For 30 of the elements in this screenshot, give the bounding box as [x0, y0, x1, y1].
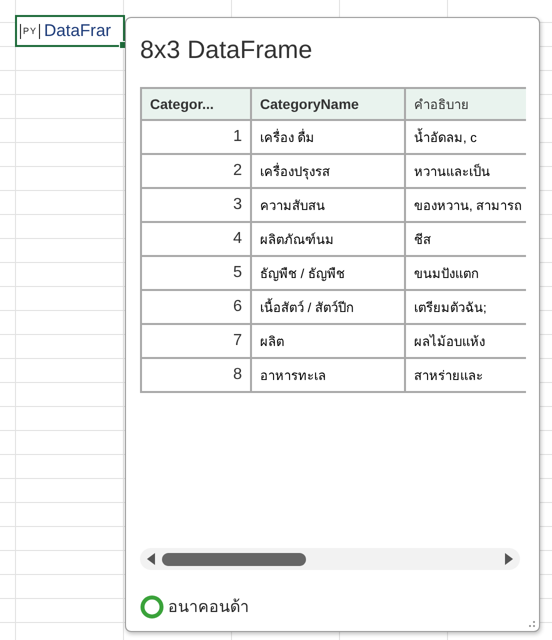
table-cell: ผลิต — [251, 324, 405, 358]
table-cell: ความสับสน — [251, 188, 405, 222]
spreadsheet-cell[interactable]: PY DataFrar — [15, 15, 125, 47]
scroll-left-icon[interactable] — [146, 553, 156, 565]
table-cell: เนื้อสัตว์ / สัตว์ปีก — [251, 290, 405, 324]
scroll-right-icon[interactable] — [504, 553, 514, 565]
cell-value: DataFrar — [44, 21, 112, 41]
python-badge: PY — [20, 24, 40, 38]
ring-icon — [140, 594, 164, 618]
table-cell: ผลิตภัณฑ์นม — [251, 222, 405, 256]
environment-label: อนาคอนด้า — [168, 598, 249, 618]
table-cell: ธัญพืช / ธัญพืช — [251, 256, 405, 290]
scrollbar-thumb[interactable] — [162, 552, 306, 566]
row-index-cell: 6 — [141, 290, 251, 324]
horizontal-scrollbar[interactable] — [140, 548, 520, 570]
row-index-cell: 2 — [141, 154, 251, 188]
row-index-cell: 1 — [141, 120, 251, 154]
table-cell: อาหารทะเล — [251, 358, 405, 392]
column-header[interactable]: คำอธิบาย — [405, 88, 526, 120]
row-index-cell: 5 — [141, 256, 251, 290]
table-cell: เครื่อง ดื่ม — [251, 120, 405, 154]
resize-grip-icon[interactable] — [528, 620, 536, 628]
table-cell: เครื่องปรุงรส — [251, 154, 405, 188]
column-header[interactable]: CategoryName — [251, 88, 405, 120]
row-index-cell: 4 — [141, 222, 251, 256]
row-index-cell: 8 — [141, 358, 251, 392]
card-title: 8x3 DataFrame — [140, 36, 314, 66]
row-index-cell: 7 — [141, 324, 251, 358]
row-index-cell: 3 — [141, 188, 251, 222]
column-header[interactable]: Categor... — [141, 88, 251, 120]
